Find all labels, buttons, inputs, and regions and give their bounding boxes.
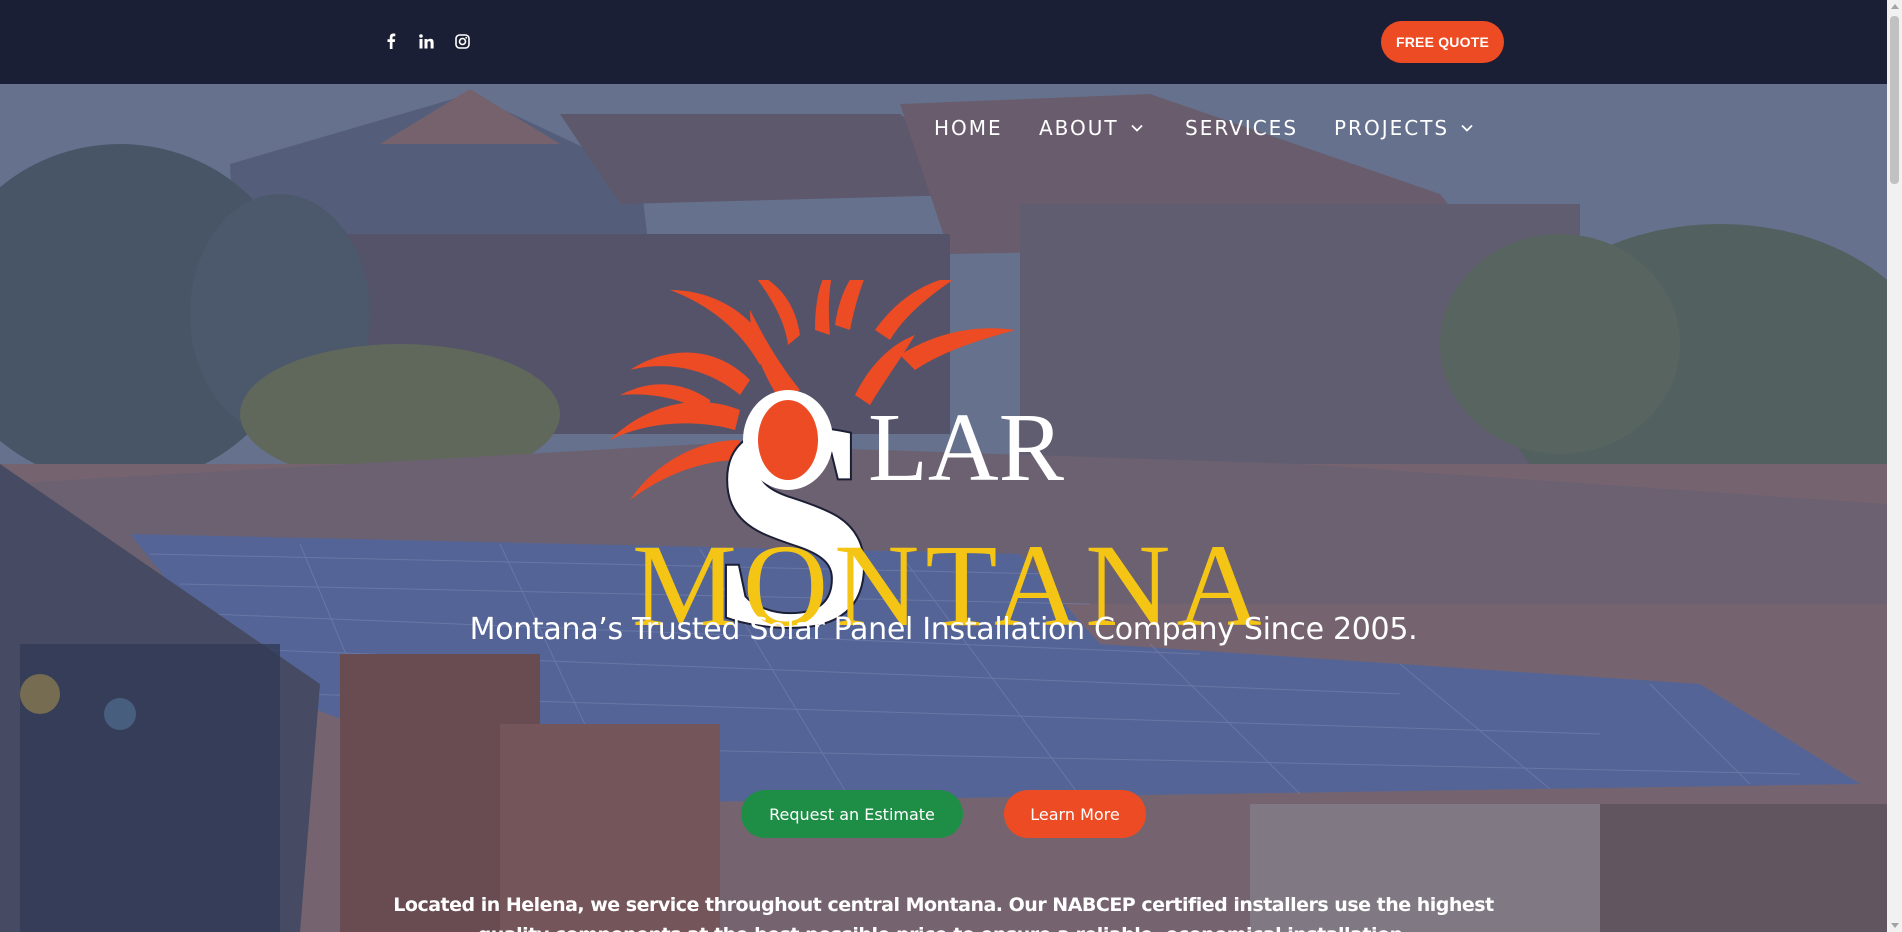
solar-montana-logo: S LAR MONTANA xyxy=(610,280,1262,650)
scrollbar-thumb[interactable] xyxy=(1890,16,1899,184)
linkedin-icon[interactable] xyxy=(415,30,437,52)
hero-section: HOME ABOUT SERVICES PROJECTS S LAR MONTA… xyxy=(0,84,1887,932)
scroll-down-icon[interactable] xyxy=(1891,923,1899,928)
instagram-icon[interactable] xyxy=(451,30,473,52)
scrollbar[interactable] xyxy=(1887,0,1902,932)
nav-item-label: PROJECTS xyxy=(1334,116,1450,140)
nav-item-home[interactable]: HOME xyxy=(934,116,1003,140)
chevron-down-icon xyxy=(1131,124,1143,132)
scroll-up-icon[interactable] xyxy=(1891,4,1899,9)
nav-item-label: ABOUT xyxy=(1039,116,1119,140)
request-estimate-button[interactable]: Request an Estimate xyxy=(741,790,963,838)
nav-item-label: SERVICES xyxy=(1185,116,1299,140)
nav-item-projects[interactable]: PROJECTS xyxy=(1334,116,1473,140)
hero-tagline: Montana’s Trusted Solar Panel Installati… xyxy=(469,612,1418,647)
chevron-down-icon xyxy=(1461,124,1473,132)
learn-more-button[interactable]: Learn More xyxy=(1004,790,1146,838)
nav-item-services[interactable]: SERVICES xyxy=(1185,116,1298,140)
nav-item-about[interactable]: ABOUT xyxy=(1039,116,1143,140)
logo-word-solar: LAR xyxy=(868,394,1065,502)
top-bar: FREE QUOTE xyxy=(0,0,1887,84)
free-quote-button[interactable]: FREE QUOTE xyxy=(1381,21,1504,63)
location-description: Located in Helena, we service throughout… xyxy=(393,894,1494,932)
nav-item-label: HOME xyxy=(934,116,1003,140)
facebook-icon[interactable] xyxy=(380,30,402,52)
